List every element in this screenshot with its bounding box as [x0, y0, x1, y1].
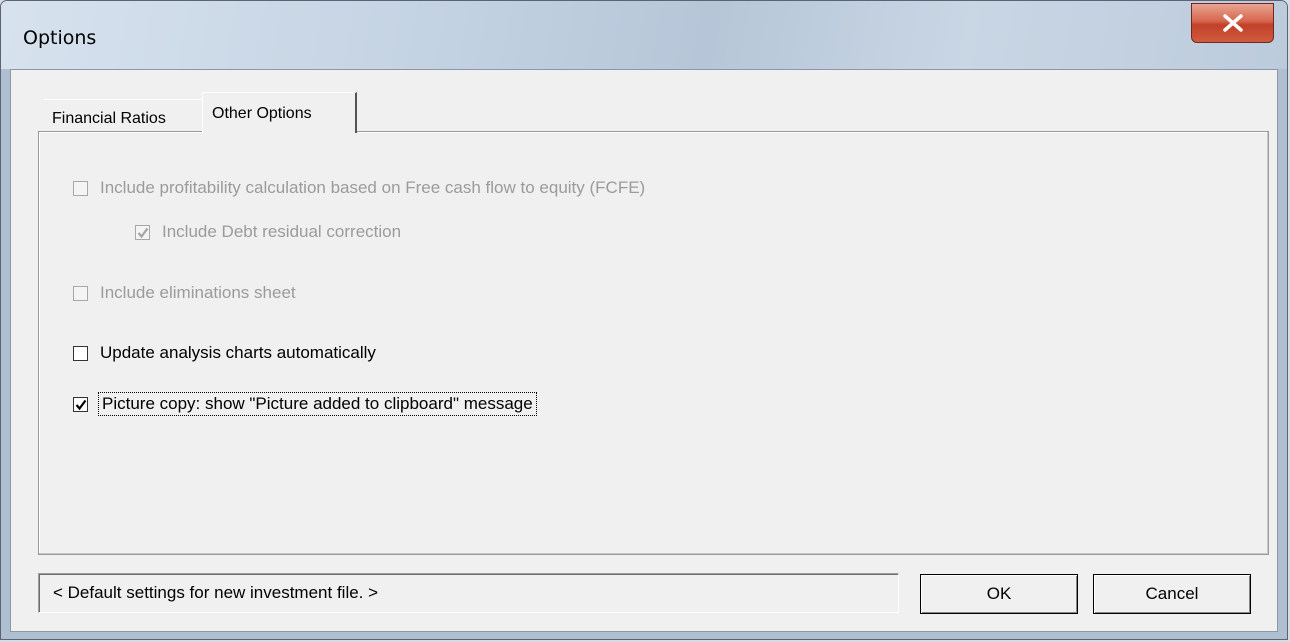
eliminations-checkbox[interactable]	[73, 285, 88, 301]
update-charts-option[interactable]: Update analysis charts automatically	[73, 343, 376, 363]
ok-button-label: OK	[986, 584, 1012, 603]
tab-other-options-label: Other Options	[212, 105, 312, 122]
fcfe-checkbox[interactable]	[73, 180, 88, 196]
picture-copy-checkbox[interactable]	[73, 396, 88, 412]
picture-copy-option[interactable]: Picture copy: show "Picture added to cli…	[73, 392, 537, 416]
status-text: < Default settings for new investment fi…	[53, 583, 379, 602]
dialog-client-area: Financial Ratios Other Options Include p…	[10, 69, 1278, 632]
tab-financial-ratios[interactable]: Financial Ratios	[44, 99, 202, 132]
cancel-button[interactable]: Cancel	[1093, 574, 1251, 614]
fcfe-label: Include profitability calculation based …	[100, 178, 646, 197]
eliminations-option[interactable]: Include eliminations sheet	[73, 283, 296, 303]
debt-residual-option[interactable]: Include Debt residual correction	[135, 222, 401, 242]
ok-button[interactable]: OK	[920, 574, 1078, 614]
cancel-button-label: Cancel	[1145, 584, 1199, 603]
tab-financial-ratios-label: Financial Ratios	[52, 110, 166, 127]
update-charts-label: Update analysis charts automatically	[100, 343, 376, 362]
checkmark-icon	[137, 227, 149, 238]
options-dialog: Options Financial Ratios Other Options I…	[0, 0, 1288, 640]
debt-residual-label: Include Debt residual correction	[162, 222, 402, 241]
close-button[interactable]	[1191, 3, 1274, 43]
update-charts-checkbox[interactable]	[73, 345, 88, 361]
window-title: Options	[23, 27, 97, 49]
debt-residual-checkbox[interactable]	[135, 224, 150, 240]
picture-copy-label: Picture copy: show "Picture added to cli…	[98, 392, 537, 416]
checkmark-icon	[75, 399, 87, 410]
fcfe-option[interactable]: Include profitability calculation based …	[73, 178, 645, 198]
close-icon	[1223, 14, 1243, 32]
status-field: < Default settings for new investment fi…	[38, 573, 899, 613]
title-bar[interactable]: Options	[1, 1, 1287, 69]
tab-other-options[interactable]: Other Options	[202, 92, 357, 133]
eliminations-label: Include eliminations sheet	[100, 283, 296, 302]
